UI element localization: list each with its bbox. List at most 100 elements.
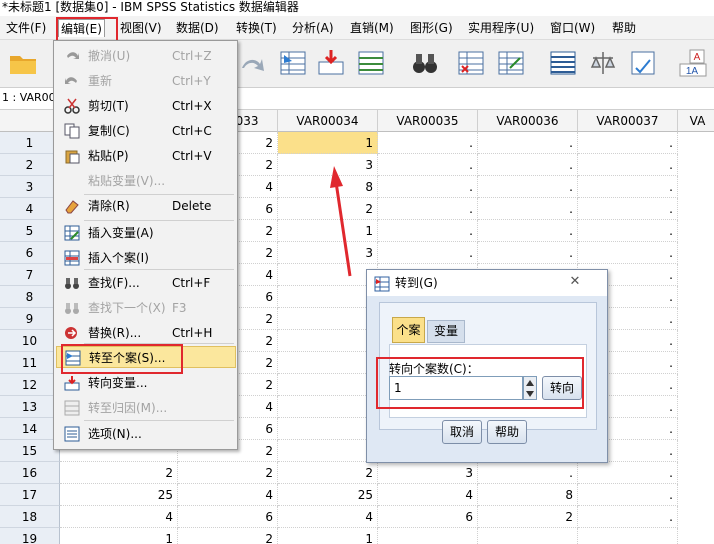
edit-menu-item[interactable]: 转向变量... — [56, 372, 236, 394]
select-cases-toolbar-icon[interactable] — [628, 48, 658, 78]
cancel-button[interactable]: 取消 — [442, 420, 482, 444]
edit-menu-item[interactable]: 插入变量(A) — [56, 222, 236, 244]
case-number-spinner[interactable] — [523, 376, 537, 400]
data-cell[interactable] — [378, 528, 478, 544]
data-cell[interactable]: 1 — [278, 528, 378, 544]
data-cell[interactable]: . — [578, 176, 678, 198]
menu-edit[interactable]: 编辑(E) — [58, 19, 105, 37]
spin-down-icon[interactable] — [526, 391, 534, 397]
row-header[interactable]: 6 — [0, 242, 60, 264]
row-header[interactable]: 1 — [0, 132, 60, 154]
data-cell[interactable]: . — [578, 198, 678, 220]
edit-menu-item[interactable]: 插入个案(I) — [56, 247, 236, 269]
data-cell[interactable]: . — [578, 242, 678, 264]
edit-menu-item[interactable]: 替换(R)... Ctrl+H — [56, 322, 236, 344]
menu-graphs[interactable]: 图形(G) — [408, 19, 455, 37]
data-cell[interactable] — [278, 418, 378, 440]
row-header[interactable]: 10 — [0, 330, 60, 352]
row-header[interactable]: 16 — [0, 462, 60, 484]
row-header[interactable]: 19 — [0, 528, 60, 544]
tab-variable[interactable]: 变量 — [427, 320, 465, 343]
value-labels-toolbar-icon[interactable]: A 1A — [676, 48, 708, 78]
data-cell[interactable]: 25 — [278, 484, 378, 506]
edit-menu-item[interactable]: 粘贴(P) Ctrl+V — [56, 145, 236, 167]
edit-menu-item[interactable]: 清除(R) Delete — [56, 195, 236, 217]
data-cell[interactable]: 2 — [278, 308, 378, 330]
data-cell[interactable] — [278, 396, 378, 418]
open-folder-icon[interactable] — [8, 48, 38, 78]
data-cell[interactable]: . — [478, 242, 578, 264]
redo-arrow-icon[interactable] — [238, 48, 268, 78]
edit-menu-item[interactable]: 剪切(T) Ctrl+X — [56, 95, 236, 117]
column-header[interactable]: VAR00036 — [478, 110, 578, 132]
row-header[interactable]: 8 — [0, 286, 60, 308]
row-header[interactable]: 3 — [0, 176, 60, 198]
data-cell[interactable]: . — [378, 154, 478, 176]
data-cell[interactable]: . — [378, 176, 478, 198]
data-cell[interactable]: 2 — [60, 462, 178, 484]
data-cell[interactable] — [278, 440, 378, 462]
edit-menu-item[interactable]: 查找(F)... Ctrl+F — [56, 272, 236, 294]
grid-corner[interactable] — [0, 110, 60, 132]
data-cell[interactable]: . — [478, 154, 578, 176]
data-cell[interactable]: 6 — [378, 506, 478, 528]
column-header[interactable]: VAR00034 — [278, 110, 378, 132]
data-cell[interactable]: . — [578, 132, 678, 154]
menu-file[interactable]: 文件(F) — [4, 19, 48, 37]
data-cell[interactable]: . — [478, 462, 578, 484]
data-cell[interactable] — [278, 352, 378, 374]
data-cell[interactable]: . — [578, 506, 678, 528]
data-cell[interactable]: . — [378, 220, 478, 242]
data-cell[interactable]: 4 — [178, 484, 278, 506]
data-cell[interactable]: . — [378, 242, 478, 264]
data-cell[interactable]: 4 — [378, 484, 478, 506]
edit-menu-item[interactable]: 复制(C) Ctrl+C — [56, 120, 236, 142]
data-cell[interactable] — [578, 528, 678, 544]
data-cell[interactable]: 2 — [478, 506, 578, 528]
data-cell[interactable] — [278, 330, 378, 352]
row-header[interactable]: 5 — [0, 220, 60, 242]
data-cell[interactable]: . — [378, 132, 478, 154]
data-cell[interactable] — [478, 528, 578, 544]
variables-toolbar-icon[interactable] — [356, 48, 386, 78]
row-header[interactable]: 2 — [0, 154, 60, 176]
row-header[interactable]: 17 — [0, 484, 60, 506]
menu-view[interactable]: 视图(V) — [118, 19, 164, 37]
data-cell[interactable]: . — [478, 220, 578, 242]
spin-up-icon[interactable] — [526, 380, 534, 386]
column-header[interactable]: VA — [678, 110, 714, 132]
data-cell[interactable]: 2 — [178, 528, 278, 544]
data-cell[interactable]: . — [478, 176, 578, 198]
help-button[interactable]: 帮助 — [487, 420, 527, 444]
menu-direct-marketing[interactable]: 直销(M) — [348, 19, 396, 37]
row-header[interactable]: 14 — [0, 418, 60, 440]
data-cell[interactable]: 3 — [378, 462, 478, 484]
menu-transform[interactable]: 转换(T) — [234, 19, 279, 37]
goto-case-toolbar-icon[interactable] — [278, 48, 308, 78]
data-cell[interactable]: 2 — [278, 462, 378, 484]
split-file-toolbar-icon[interactable] — [548, 48, 578, 78]
row-header[interactable]: 7 — [0, 264, 60, 286]
menu-analyze[interactable]: 分析(A) — [290, 19, 336, 37]
data-cell[interactable]: . — [578, 220, 678, 242]
row-header[interactable]: 4 — [0, 198, 60, 220]
row-header[interactable]: 18 — [0, 506, 60, 528]
data-cell[interactable]: . — [578, 462, 678, 484]
tab-case[interactable]: 个案 — [392, 317, 425, 343]
data-cell[interactable]: 25 — [60, 484, 178, 506]
data-cell[interactable]: . — [478, 132, 578, 154]
data-cell[interactable]: 8 — [478, 484, 578, 506]
row-header[interactable]: 11 — [0, 352, 60, 374]
goto-variable-toolbar-icon[interactable] — [316, 48, 346, 78]
data-cell[interactable]: 2 — [178, 462, 278, 484]
case-number-input[interactable]: 1 — [389, 376, 523, 400]
row-header[interactable]: 15 — [0, 440, 60, 462]
row-header[interactable]: 9 — [0, 308, 60, 330]
data-cell[interactable]: . — [578, 154, 678, 176]
selected-cell[interactable]: 1 — [278, 132, 378, 154]
data-cell[interactable]: 2 — [278, 374, 378, 396]
menu-help[interactable]: 帮助 — [610, 19, 638, 37]
menu-utilities[interactable]: 实用程序(U) — [466, 19, 536, 37]
menu-window[interactable]: 窗口(W) — [548, 19, 597, 37]
column-header[interactable]: VAR00037 — [578, 110, 678, 132]
